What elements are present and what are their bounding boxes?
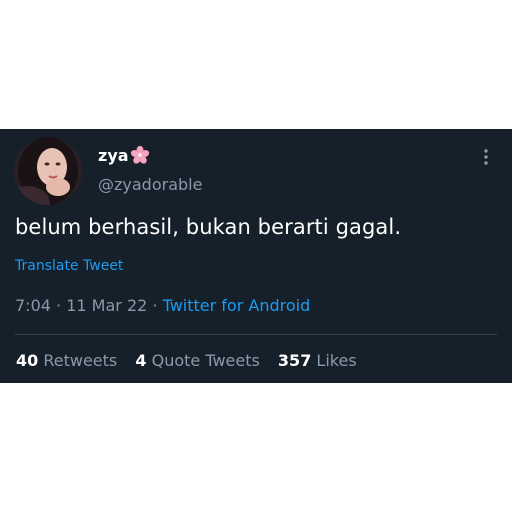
quote-tweets-stat[interactable]: 4 Quote Tweets <box>135 351 259 370</box>
divider <box>15 334 497 335</box>
tweet-source-link[interactable]: Twitter for Android <box>163 296 311 315</box>
tweet-text: belum berhasil, bukan berarti gagal. <box>15 215 402 239</box>
translate-tweet-link[interactable]: Translate Tweet <box>15 258 123 274</box>
display-name-text: zya <box>98 145 129 165</box>
avatar[interactable] <box>14 137 82 205</box>
likes-stat[interactable]: 357 Likes <box>278 351 357 370</box>
tweet-time[interactable]: 7:04 <box>15 296 51 315</box>
retweets-label: Retweets <box>43 351 118 370</box>
retweets-count: 40 <box>16 351 39 370</box>
cherry-blossom-icon <box>130 145 150 165</box>
likes-label: Likes <box>316 351 357 370</box>
tweet-meta: 7:04 · 11 Mar 22 · Twitter for Android <box>15 296 310 315</box>
retweets-stat[interactable]: 40 Retweets <box>16 351 117 370</box>
page: zya @zyadorable belum berhasil, bukan be… <box>0 0 512 512</box>
user-handle[interactable]: @zyadorable <box>98 175 202 194</box>
tweet-date[interactable]: 11 Mar 22 <box>66 296 147 315</box>
tweet-stats: 40 Retweets 4 Quote Tweets 357 Likes <box>16 351 357 370</box>
likes-count: 357 <box>277 351 312 370</box>
meta-separator: · <box>152 296 158 315</box>
more-vertical-icon[interactable] <box>476 147 496 167</box>
quote-tweets-label: Quote Tweets <box>151 351 260 370</box>
tweet-card: zya @zyadorable belum berhasil, bukan be… <box>0 129 512 383</box>
display-name[interactable]: zya <box>98 145 150 165</box>
meta-separator: · <box>56 296 62 315</box>
quote-tweets-count: 4 <box>135 351 147 370</box>
avatar-image <box>14 137 82 205</box>
